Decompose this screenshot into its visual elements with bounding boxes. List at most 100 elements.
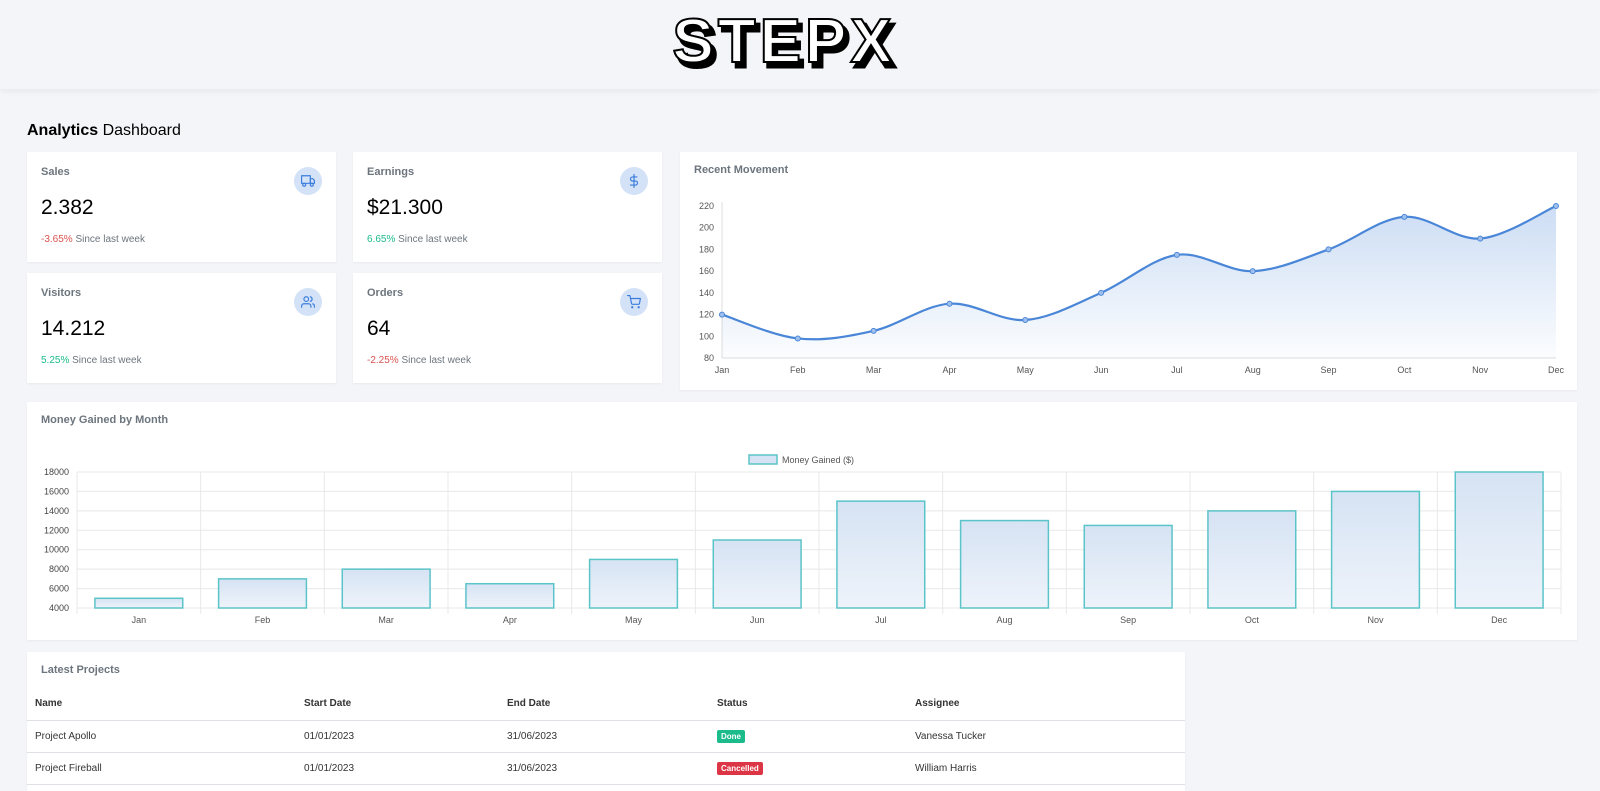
cart-icon [620, 288, 648, 316]
legend-label: Money Gained ($) [782, 455, 854, 465]
table-row[interactable] [27, 784, 1185, 791]
bar [1454, 471, 1544, 609]
bar [836, 500, 926, 609]
x-tick-label: Dec [1548, 365, 1565, 375]
latest-projects-title: Latest Projects [41, 664, 120, 676]
x-tick-label: Oct [1397, 365, 1412, 375]
stat-change: 5.25% Since last week [41, 355, 142, 366]
x-tick-label: Jan [132, 615, 147, 625]
y-tick-label: 16000 [44, 486, 69, 496]
recent-movement-card: Recent Movement 80 100 120 140 160 180 200 220 J… [680, 152, 1577, 390]
stat-change-since: Since last week [72, 234, 145, 245]
x-tick-label: Dec [1491, 615, 1508, 625]
bar [1083, 524, 1173, 609]
x-tick-label: Oct [1245, 615, 1260, 625]
data-point [1098, 289, 1105, 296]
project-name: Project Apollo [27, 720, 296, 753]
truck-icon [294, 167, 322, 195]
x-tick-label: May [625, 615, 643, 625]
x-tick-label: Apr [503, 615, 517, 625]
x-tick-label: Mar [866, 365, 882, 375]
stat-label: Sales [41, 166, 70, 178]
stat-card-visitors: Visitors 14.212 5.25% Since last week [27, 273, 336, 383]
project-end-date: 31/06/2023 [499, 752, 709, 785]
x-tick-label: Jan [715, 365, 730, 375]
bar [712, 539, 802, 609]
table-row[interactable]: Project Fireball 01/01/2023 31/06/2023 C… [27, 752, 1185, 785]
stat-value: $21.300 [367, 196, 443, 219]
project-assignee: Vanessa Tucker [907, 720, 1185, 753]
recent-movement-chart: 80 100 120 140 160 180 200 220 Jan Feb Mar Apr May Ju… [699, 201, 1565, 375]
stat-change-percent: 5.25% [41, 355, 70, 366]
dollar-icon [620, 167, 648, 195]
stat-card-orders: Orders 64 -2.25% Since last week [353, 273, 662, 383]
x-tick-label: Nov [1367, 615, 1384, 625]
bar [94, 597, 184, 609]
money-gained-card: Money Gained by Month Money Gained ($) 40… [27, 402, 1577, 640]
project-status-cell: Done [709, 720, 907, 753]
y-tick-label: 100 [699, 331, 714, 341]
table-row[interactable]: Project Apollo 01/01/2023 31/06/2023 Don… [27, 720, 1185, 753]
y-tick-label: 140 [699, 288, 714, 298]
stat-card-sales: Sales 2.382 -3.65% Since last week [27, 152, 336, 262]
y-tick-label: 180 [699, 244, 714, 254]
data-point [1022, 317, 1029, 323]
data-point [946, 300, 953, 307]
stat-label: Earnings [367, 166, 415, 178]
page-title-bold: Analytics [27, 122, 99, 139]
project-end-date: 31/06/2023 [499, 720, 709, 753]
stat-label: Visitors [41, 287, 82, 299]
data-point [1401, 213, 1408, 220]
stat-value: 64 [367, 317, 391, 340]
money-gained-chart: Money Gained ($) 4000 6000 8000 10000 12000 14… [44, 454, 1562, 625]
x-tick-label: Feb [790, 365, 806, 375]
column-header-assignee[interactable]: Assignee [907, 687, 1185, 721]
data-point [794, 335, 801, 342]
x-tick-label: Sep [1321, 365, 1337, 375]
column-header-status[interactable]: Status [709, 687, 907, 721]
data-point [870, 327, 877, 334]
users-icon [294, 288, 322, 316]
table-header-row: Name Start Date End Date Status Assignee [27, 687, 1185, 721]
x-tick-label: Mar [378, 615, 394, 625]
stat-change: 6.65% Since last week [367, 234, 468, 245]
latest-projects-card: Latest Projects Name Start Date End Date… [27, 652, 1185, 791]
y-tick-label: 4000 [49, 603, 69, 613]
project-name: Project Fireball [27, 752, 296, 785]
bar [959, 519, 1050, 609]
x-tick-label: Aug [1245, 365, 1261, 375]
y-tick-label: 120 [699, 310, 714, 320]
svg-text:STEPX: STEPX [672, 7, 895, 76]
project-start-date: 01/01/2023 [296, 720, 499, 753]
status-badge: Done [717, 729, 745, 743]
y-tick-label: 220 [699, 201, 714, 211]
y-tick-label: 8000 [49, 564, 69, 574]
data-point [1173, 251, 1180, 258]
stat-change: -3.65% Since last week [41, 234, 145, 245]
x-tick-label: Aug [996, 615, 1012, 625]
stat-label: Orders [367, 287, 404, 299]
legend-swatch [748, 454, 778, 465]
y-tick-label: 12000 [44, 525, 69, 535]
stat-value: 14.212 [41, 317, 106, 340]
y-tick-label: 6000 [49, 584, 69, 594]
x-tick-label: May [1017, 365, 1035, 375]
column-header-name[interactable]: Name [27, 687, 296, 721]
stat-change: -2.25% Since last week [367, 355, 471, 366]
project-start-date: 01/01/2023 [296, 752, 499, 785]
bar [217, 578, 308, 609]
x-tick-label: Jul [1171, 365, 1183, 375]
stat-card-earnings: Earnings $21.300 6.65% Since last week [353, 152, 662, 262]
status-badge: Cancelled [717, 761, 763, 775]
stat-change-since: Since last week [398, 355, 471, 366]
y-tick-label: 18000 [44, 467, 69, 477]
top-bar: STEPX STEPX [0, 0, 1600, 89]
column-header-start-date[interactable]: Start Date [296, 687, 499, 721]
stat-change-percent: -2.25% [367, 355, 399, 366]
bar [1207, 510, 1297, 609]
brand-logo[interactable]: STEPX STEPX [0, 0, 1600, 89]
data-point [719, 311, 725, 318]
column-header-end-date[interactable]: End Date [499, 687, 709, 721]
y-tick-label: 10000 [44, 545, 69, 555]
table-row-partial [27, 784, 1185, 791]
